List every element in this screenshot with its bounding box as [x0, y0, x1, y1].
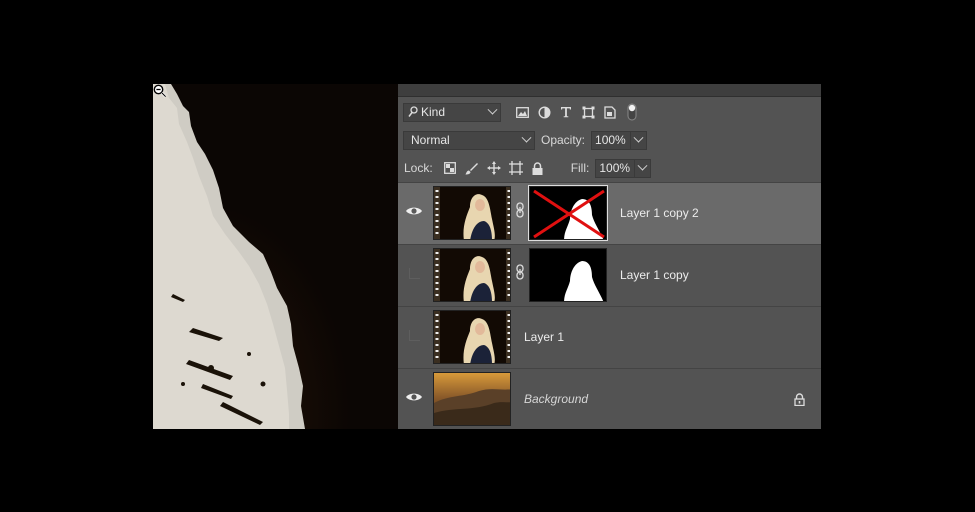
layer-thumbnail[interactable]: [433, 310, 511, 364]
blend-mode-select[interactable]: Normal: [403, 130, 535, 150]
blend-row: Normal Opacity: 100%: [398, 129, 821, 151]
lock-artboard-icon[interactable]: [505, 159, 527, 178]
layer-mask-thumbnail[interactable]: [529, 248, 607, 302]
smart-object-filter-icon[interactable]: [599, 103, 621, 122]
layer-name[interactable]: Layer 1 copy 2: [620, 206, 699, 220]
layer-row[interactable]: Layer 1 copy 2: [398, 182, 821, 244]
lock-all-icon[interactable]: [527, 159, 549, 178]
layer-row[interactable]: Layer 1 copy: [398, 244, 821, 306]
chevron-down-icon: [637, 160, 648, 171]
visibility-toggle[interactable]: [409, 330, 420, 341]
layer-thumbnail[interactable]: [433, 186, 511, 240]
chevron-down-icon: [521, 132, 532, 143]
image-filter-icon[interactable]: [511, 103, 533, 122]
link-icon[interactable]: [515, 202, 525, 218]
fill-label: Fill:: [570, 161, 590, 175]
lock-icon: [794, 393, 805, 406]
lock-pixels-icon[interactable]: [439, 159, 461, 178]
document-canvas[interactable]: [153, 84, 398, 429]
lock-row: Lock: Fill: 100%: [398, 157, 821, 179]
layer-name[interactable]: Layer 1: [524, 330, 564, 344]
fill-dropdown[interactable]: [635, 158, 652, 178]
layer-mask-thumbnail[interactable]: [528, 185, 608, 241]
opacity-label: Opacity:: [541, 133, 586, 147]
filter-kind-label: Kind: [421, 105, 446, 119]
chevron-down-icon: [633, 132, 644, 143]
fill-value: 100%: [599, 161, 631, 175]
blend-mode-value: Normal: [411, 133, 450, 147]
search-icon: [408, 106, 418, 117]
layer-row[interactable]: Background: [398, 368, 821, 429]
link-icon[interactable]: [515, 264, 525, 280]
layer-row[interactable]: Layer 1: [398, 306, 821, 368]
eye-icon[interactable]: [404, 204, 424, 218]
chevron-down-icon: [487, 104, 498, 115]
eye-icon[interactable]: [404, 390, 424, 404]
filter-toggle-icon[interactable]: [621, 103, 643, 122]
lock-label: Lock:: [404, 161, 433, 175]
layer-filter-row: Kind: [398, 101, 821, 123]
type-filter-icon[interactable]: [555, 103, 577, 122]
opacity-value: 100%: [595, 133, 626, 147]
lock-image-icon[interactable]: [461, 159, 483, 178]
filter-kind-select[interactable]: Kind: [403, 102, 501, 122]
lock-position-icon[interactable]: [483, 159, 505, 178]
layer-thumbnail[interactable]: [433, 248, 511, 302]
fill-input[interactable]: 100%: [595, 158, 636, 178]
layers-panel: Kind Normal Opacity: 100% Lock: Fill: 10…: [398, 84, 821, 429]
adjustment-filter-icon[interactable]: [533, 103, 555, 122]
shape-filter-icon[interactable]: [577, 103, 599, 122]
opacity-dropdown[interactable]: [631, 130, 648, 150]
canvas-image: [153, 84, 398, 429]
visibility-toggle[interactable]: [409, 268, 420, 279]
layer-name[interactable]: Background: [524, 392, 588, 406]
panel-tab-bar[interactable]: [398, 84, 821, 97]
layer-name[interactable]: Layer 1 copy: [620, 268, 689, 282]
layer-thumbnail[interactable]: [433, 372, 511, 426]
opacity-input[interactable]: 100%: [591, 130, 632, 150]
zoom-cursor-icon: [153, 84, 167, 98]
photoshop-workspace: Kind Normal Opacity: 100% Lock: Fill: 10…: [153, 84, 821, 429]
